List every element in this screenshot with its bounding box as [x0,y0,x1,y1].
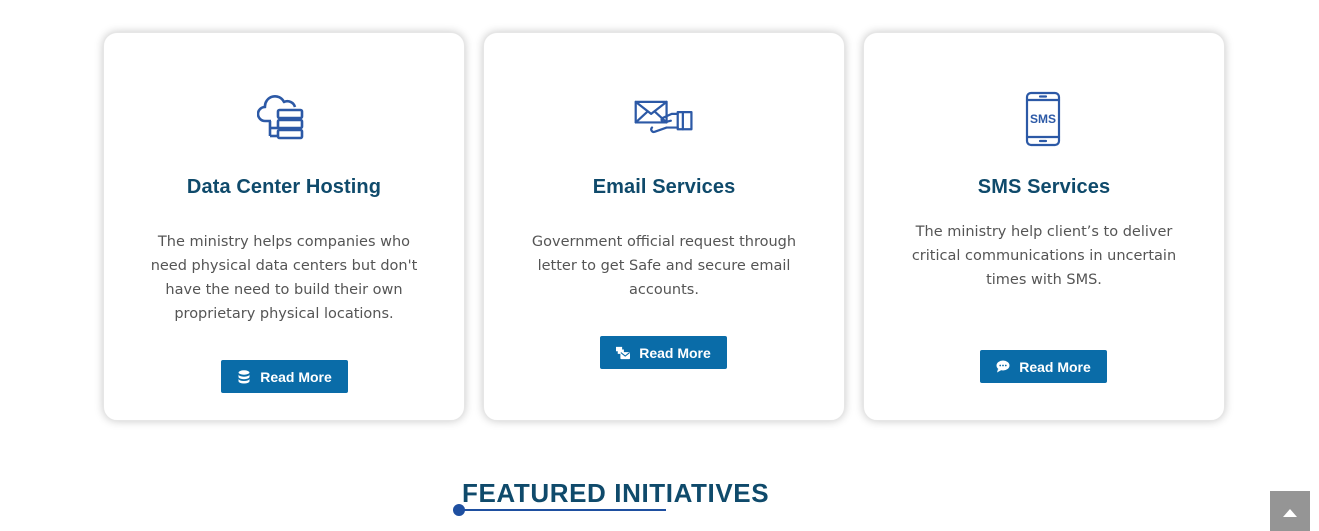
read-more-button[interactable]: Read More [980,350,1107,383]
sms-badge-text: SMS [1030,112,1056,126]
read-more-label: Read More [1019,358,1091,375]
heading-underline-dot [453,504,465,516]
database-icon [237,369,251,384]
card-description: The ministry helps companies who need ph… [150,234,418,322]
card-title: SMS Services [977,176,1111,198]
read-more-label: Read More [639,344,711,361]
card-description: The ministry help client’s to deliver cr… [911,224,1177,288]
scroll-to-top-button[interactable] [1270,491,1310,531]
cloud-server-stack-icon [254,90,314,148]
service-card-data-center: Data Center Hosting The ministry helps c… [103,32,465,421]
featured-initiatives-heading: FEATURED INITIATIVES [462,478,770,508]
heading-underline [459,509,666,511]
services-section: Data Center Hosting The ministry helps c… [0,0,1319,531]
service-card-email: Email Services Government official reque… [483,32,845,421]
service-card-sms: SMS SMS Services The ministry help clien… [863,32,1225,421]
smartphone-sms-icon: SMS [1014,90,1074,148]
read-more-button[interactable]: Read More [600,336,727,369]
card-title: Email Services [592,176,736,198]
card-description: Government official request through lett… [531,234,797,298]
comment-icon [996,360,1010,374]
card-title: Data Center Hosting [186,176,382,198]
read-more-label: Read More [260,368,332,385]
mail-bulk-icon [616,346,631,360]
read-more-button[interactable]: Read More [221,360,348,393]
envelope-hand-icon [634,90,694,148]
caret-up-icon [1283,502,1297,521]
